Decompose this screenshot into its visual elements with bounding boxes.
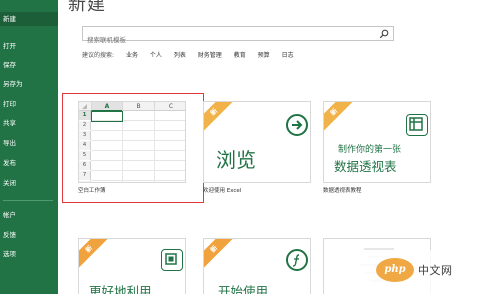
suggested-link-journal[interactable]: 日志 [282,50,294,59]
sidebar-item-options[interactable]: 选项 [3,248,16,258]
row-number-7: 7 [79,171,91,180]
suggested-searches: 建议的搜索: 业务 个人 列表 财务管理 教育 预算 日志 [82,50,294,59]
blank-workbook-tile[interactable]: A B C 1 2 3 4 5 6 7 [78,101,186,183]
grid-line [91,170,185,171]
backstage-sidebar: 新建 打开 保存 另存为 打印 共享 导出 发布 关闭 帐户 反馈 选项 [0,0,58,294]
search-icon[interactable] [379,29,389,39]
new-badge: 新 [324,102,357,135]
get-started-tile[interactable]: 新 开始使用 [203,238,311,294]
get-more-tile[interactable]: 新 更好地利用 [78,238,186,294]
grid-line [154,111,155,182]
grid-line [91,180,185,181]
sidebar-item-save-as[interactable]: 另存为 [3,78,23,88]
arrow-right-icon-glyph [292,120,303,130]
slicer-icon [161,249,183,271]
sidebar-item-share[interactable]: 共享 [3,117,16,127]
php-logo: php [376,258,414,282]
formula-icon-glyph [292,254,300,267]
row-number-3: 3 [79,131,91,140]
page-title: 新建 [68,0,106,15]
pivot-tutorial-caption: 数据透视表教程 [323,188,362,194]
grid-line [91,130,185,131]
pivot-line-1: 制作你的第一张 [338,145,402,155]
grid-line [91,150,185,151]
grid-line [91,140,185,141]
pivot-line-2: 数据透视表 [334,159,397,174]
row-number-1: 1 [79,111,91,120]
search-input[interactable] [83,33,373,47]
blank-workbook-caption: 空白工作簿 [78,188,106,194]
new-badge: 新 [79,239,112,272]
suggested-link-education[interactable]: 教育 [234,50,246,59]
suggested-link-personal[interactable]: 个人 [150,50,162,59]
slicer-icon-glyph [165,253,177,265]
new-badge: 新 [204,239,237,272]
row-number-2: 2 [79,121,91,130]
template-search-box[interactable] [82,26,394,47]
column-header-c: C [154,102,185,111]
suggested-link-list[interactable]: 列表 [174,50,186,59]
sidebar-item-new[interactable]: 新建 [0,12,58,26]
sidebar-item-account[interactable]: 帐户 [3,209,16,219]
sidebar-item-feedback[interactable]: 反馈 [3,229,16,239]
row-number-4: 4 [79,141,91,150]
suggested-link-budget[interactable]: 预算 [258,50,270,59]
grid-line [91,160,185,161]
sidebar-divider [3,200,53,201]
pivot-table-icon [406,114,428,136]
suggested-link-finance[interactable]: 财务管理 [198,50,222,59]
column-header-b: B [122,102,154,111]
pivot-table-icon-glyph [409,117,423,131]
suggested-link-business[interactable]: 业务 [126,50,138,59]
sidebar-item-open[interactable]: 打开 [3,40,16,50]
pivot-tutorial-tile[interactable]: 新 制作你的第一张 数据透视表 [323,101,431,183]
row-number-5: 5 [79,151,91,160]
formula-icon [286,249,308,271]
arrow-right-icon [286,114,308,136]
suggested-label: 建议的搜索: [82,52,115,59]
row-number-fill [79,181,91,182]
sidebar-item-print[interactable]: 打印 [3,98,16,108]
sidebar-item-close[interactable]: 关闭 [3,177,16,187]
active-cell-a1 [91,111,123,122]
sidebar-item-save[interactable]: 保存 [3,59,16,69]
select-all-corner [82,104,87,109]
site-watermark: php 中文网 [360,250,484,294]
tour-big-text: 浏览 [216,148,256,172]
welcome-tour-tile[interactable]: 新 浏览 [203,101,311,183]
welcome-tour-caption: 欢迎使用 Excel [203,188,242,194]
sidebar-item-export[interactable]: 导出 [3,137,16,147]
new-badge: 新 [204,102,237,135]
row-number-6: 6 [79,161,91,170]
start-big-text: 开始使用 [218,284,269,294]
watermark-text: 中文网 [418,264,453,277]
column-header-a: A [91,102,122,111]
sidebar-item-publish[interactable]: 发布 [3,157,16,167]
more-big-text: 更好地利用 [89,284,152,294]
